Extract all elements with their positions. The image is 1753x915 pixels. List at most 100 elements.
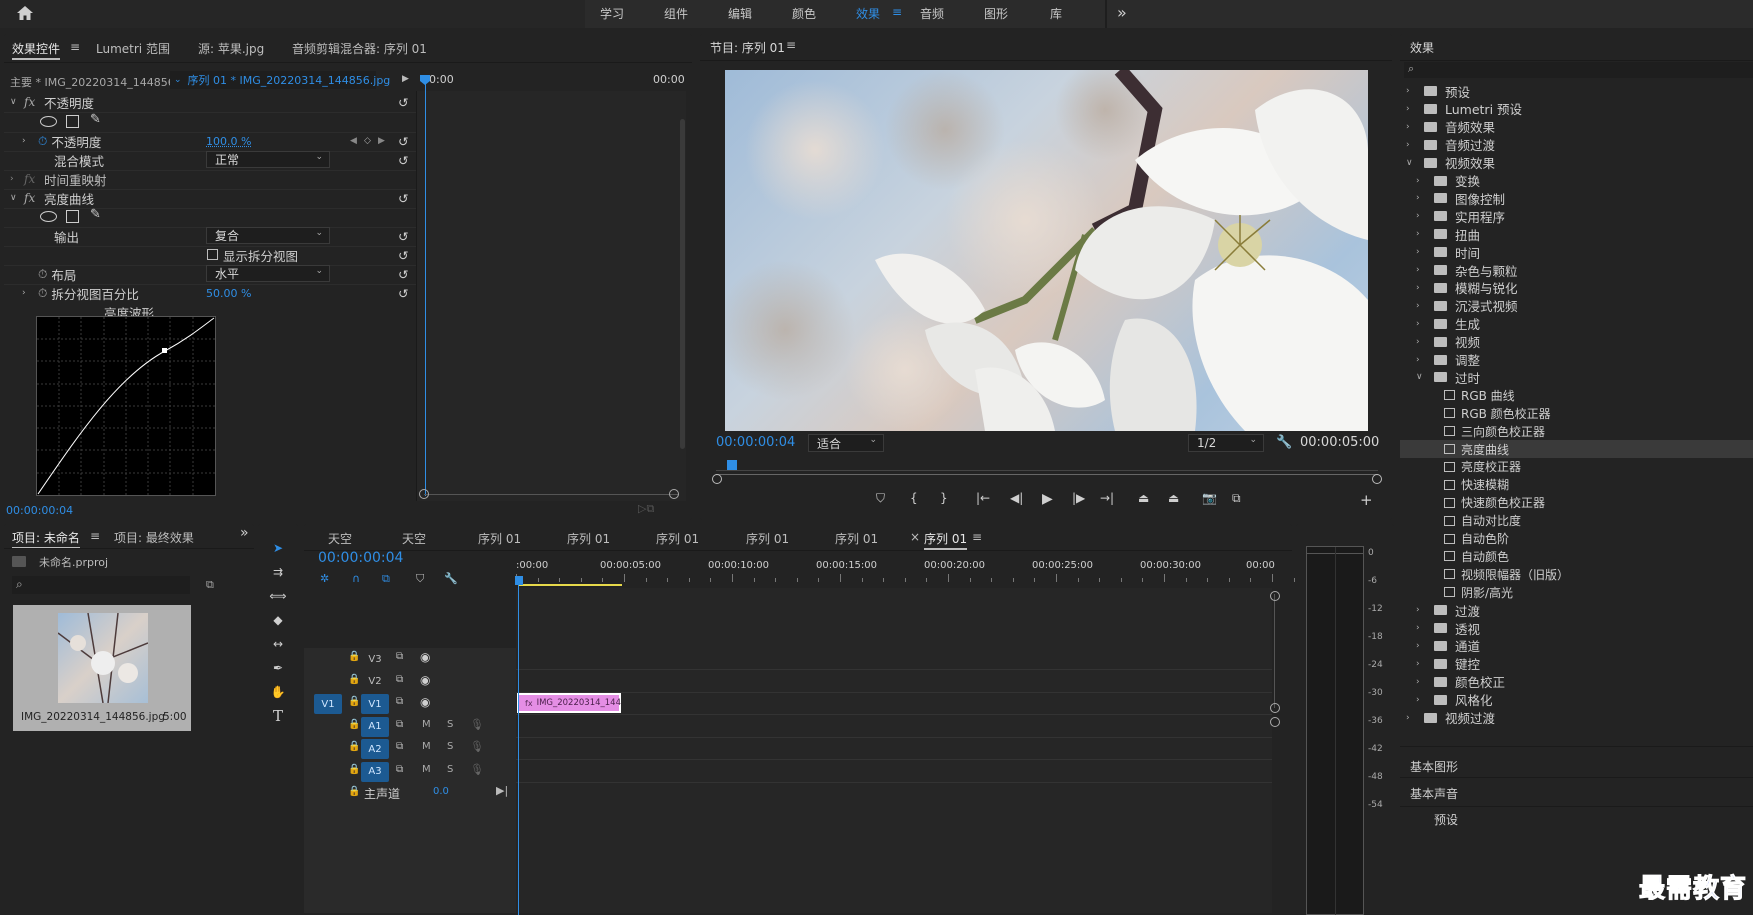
next-keyframe-icon[interactable]: ▶ — [378, 136, 385, 146]
sync-lock-icon[interactable]: ⧉ — [396, 719, 403, 730]
chevron-right-icon[interactable]: › — [1416, 695, 1428, 705]
opacity-value[interactable]: 100.0 % — [206, 135, 251, 148]
sync-lock-icon[interactable]: ⧉ — [396, 651, 403, 662]
chevron-right-icon[interactable]: › — [1406, 713, 1418, 723]
effects-folder[interactable]: ∨ 视频效果 — [1400, 154, 1753, 172]
go-to-in-icon[interactable]: |← — [976, 491, 990, 505]
effects-folder[interactable]: › 模糊与锐化 — [1400, 279, 1753, 297]
workspace-tab-3[interactable]: 颜色 — [792, 5, 816, 22]
sync-lock-icon[interactable]: ⧉ — [396, 764, 403, 775]
ec-playhead[interactable] — [425, 76, 426, 496]
lock-icon[interactable]: 🔒 — [348, 741, 360, 752]
pen-tool-icon[interactable]: ✒ — [268, 658, 288, 678]
blend-mode-dropdown[interactable]: 正常 ⌄ — [206, 151, 330, 168]
split-view-checkbox[interactable] — [207, 249, 218, 260]
timeline-tab-4[interactable]: 序列 01 — [656, 530, 699, 547]
effects-folder[interactable]: › Lumetri 预设 — [1400, 100, 1753, 118]
eye-icon[interactable]: ◉ — [420, 673, 430, 687]
menu-icon[interactable]: ≡ — [892, 5, 902, 19]
effects-folder[interactable]: › 扭曲 — [1400, 225, 1753, 243]
stopwatch-icon[interactable]: ⏱ — [38, 267, 47, 282]
video-frame[interactable] — [725, 70, 1368, 431]
step-forward-icon[interactable]: |▶ — [1072, 491, 1085, 505]
chevron-right-icon[interactable]: › — [1416, 193, 1428, 203]
timeline-settings-icon[interactable]: 🔧 — [444, 572, 458, 585]
effects-folder[interactable]: › 图像控制 — [1400, 189, 1753, 207]
razor-tool-icon[interactable]: ◆ — [268, 610, 288, 630]
chevron-right-icon[interactable]: › — [1416, 605, 1428, 615]
chevron-right-icon[interactable]: › — [1416, 641, 1428, 651]
reset-icon[interactable]: ↺ — [398, 286, 408, 301]
chevron-right-icon[interactable]: › — [1416, 247, 1428, 257]
track-select-tool-icon[interactable]: ⇉ — [268, 562, 288, 582]
filter-icon[interactable]: ▷⧉ — [638, 502, 654, 516]
chevron-right-icon[interactable]: › — [22, 136, 32, 146]
essential-sound-link[interactable]: 基本声音 — [1410, 785, 1458, 802]
master-clip-label[interactable]: 主要 * IMG_20220314_144856.jpg — [10, 74, 195, 90]
reset-icon[interactable]: ↺ — [398, 248, 408, 263]
lock-icon[interactable]: 🔒 — [348, 696, 360, 707]
lock-icon[interactable]: 🔒 — [348, 764, 360, 775]
effects-item[interactable]: 视频限幅器（旧版） — [1400, 565, 1753, 583]
effects-item[interactable]: 亮度曲线 — [1400, 440, 1753, 458]
master-volume-value[interactable]: 0.0 — [433, 786, 449, 797]
mute-button[interactable]: M — [422, 719, 431, 730]
effects-folder[interactable]: › 调整 — [1400, 351, 1753, 369]
timeline-playhead-handle[interactable] — [515, 576, 523, 585]
timeline-tab-7[interactable]: 序列 01 — [924, 530, 968, 550]
effects-item[interactable]: 自动色阶 — [1400, 530, 1753, 548]
timeline-tab-1[interactable]: 天空 — [402, 530, 426, 547]
luma-curve-group-row[interactable]: ∨ fx 亮度曲线 ↺ — [4, 188, 416, 208]
effects-folder[interactable]: › 预设 — [1400, 82, 1753, 100]
microphone-icon[interactable]: 🎙 — [470, 718, 484, 731]
effects-folder[interactable]: › 实用程序 — [1400, 207, 1753, 225]
effects-folder[interactable]: › 视频过渡 — [1400, 709, 1753, 727]
panel-overflow-icon[interactable]: » — [240, 525, 249, 541]
effects-folder[interactable]: › 键控 — [1400, 655, 1753, 673]
add-keyframe-icon[interactable]: ◇ — [364, 136, 371, 146]
vscroll-handle-audio[interactable] — [1270, 717, 1280, 727]
effects-item[interactable]: RGB 颜色校正器 — [1400, 404, 1753, 422]
mute-button[interactable]: M — [422, 741, 431, 752]
effects-folder[interactable]: › 视频 — [1400, 333, 1753, 351]
effects-item[interactable]: 快速模糊 — [1400, 476, 1753, 494]
effects-item[interactable]: 自动颜色 — [1400, 547, 1753, 565]
snap-icon[interactable]: ∩ — [352, 572, 360, 585]
comparison-view-icon[interactable]: ⧉ — [1232, 491, 1241, 506]
vscroll-handle-bottom[interactable] — [1270, 703, 1280, 713]
effects-item[interactable]: 三向颜色校正器 — [1400, 422, 1753, 440]
chevron-right-icon[interactable]: › — [10, 174, 20, 184]
chevron-right-icon[interactable]: › — [1416, 229, 1428, 239]
lock-icon[interactable]: 🔒 — [348, 651, 360, 662]
chevron-right-icon[interactable]: › — [1416, 623, 1428, 633]
split-percent-value[interactable]: 50.00 % — [206, 287, 251, 300]
close-icon[interactable]: × — [910, 530, 920, 544]
ec-tab-1[interactable]: Lumetri 范围 — [96, 40, 170, 57]
ec-keyframe-area[interactable] — [416, 91, 686, 501]
program-scrubber[interactable] — [716, 466, 1378, 480]
wrench-icon[interactable]: 🔧 — [1276, 435, 1292, 450]
time-remap-row[interactable]: › fx 时间重映射 — [4, 169, 416, 189]
chevron-right-icon[interactable]: › — [1416, 659, 1428, 669]
menu-icon[interactable]: ≡ — [786, 38, 796, 52]
pen-mask-icon[interactable]: ✎ — [90, 207, 101, 222]
zoom-handle-left[interactable] — [419, 489, 429, 499]
effects-folder[interactable]: › 音频效果 — [1400, 118, 1753, 136]
chevron-right-icon[interactable]: › — [1406, 86, 1418, 96]
add-marker-icon[interactable]: ⛉ — [416, 572, 424, 586]
chevron-right-icon[interactable]: › — [1406, 122, 1418, 132]
workspace-tab-2[interactable]: 编辑 — [728, 5, 752, 22]
source-patch-V1[interactable]: V1 — [314, 694, 342, 714]
solo-button[interactable]: S — [447, 741, 453, 752]
ec-tab-3[interactable]: 音频剪辑混合器: 序列 01 — [292, 40, 427, 57]
ec-timecode[interactable]: 00:00:00:04 — [6, 504, 73, 517]
timeline-tab-2[interactable]: 序列 01 — [478, 530, 521, 547]
fit-dropdown[interactable]: 适合 ⌄ — [808, 434, 884, 452]
effects-folder[interactable]: › 音频过渡 — [1400, 136, 1753, 154]
luma-curve-graph[interactable] — [36, 316, 216, 496]
extract-icon[interactable]: ⏏ — [1168, 491, 1179, 505]
effects-item[interactable]: 阴影/高光 — [1400, 583, 1753, 601]
mark-in-icon[interactable]: { — [910, 491, 918, 505]
microphone-icon[interactable]: 🎙 — [470, 740, 484, 753]
effects-item[interactable]: RGB 曲线 — [1400, 386, 1753, 404]
